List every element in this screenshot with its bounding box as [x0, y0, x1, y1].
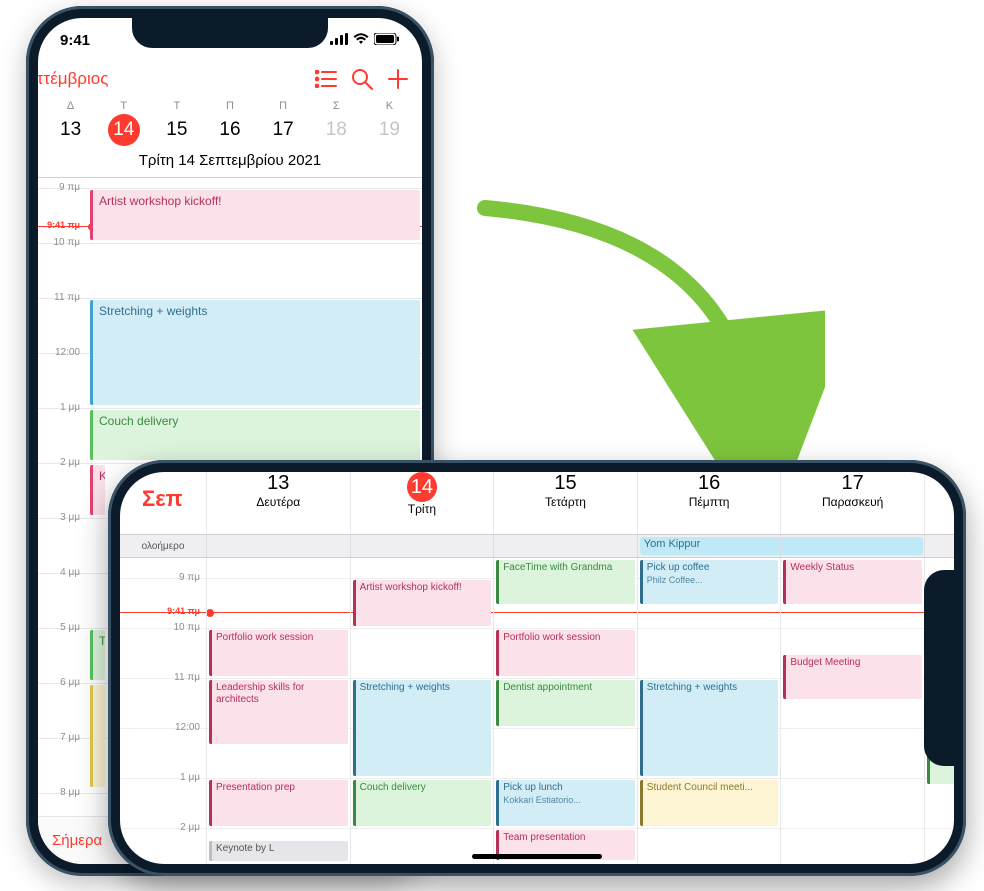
event[interactable]: Portfolio work session: [209, 630, 348, 676]
today-button[interactable]: Σήμερα: [52, 832, 102, 849]
event[interactable]: Couch delivery: [90, 410, 420, 460]
event[interactable]: Keynote by L: [209, 841, 348, 861]
day-header[interactable]: 15Τετάρτη: [493, 472, 637, 534]
event[interactable]: Student Council meeti...: [640, 780, 779, 826]
event[interactable]: Portfolio work session: [496, 630, 635, 676]
event[interactable]: Leadership skills for architects: [209, 680, 348, 744]
date-header: Τρίτη 14 Σεπτεμβρίου 2021: [38, 146, 422, 177]
back-label: Σεπτέμβριος: [38, 69, 108, 89]
notch: [132, 18, 328, 48]
event[interactable]: K: [90, 465, 105, 515]
day-header[interactable]: 16Πέμπτη: [637, 472, 781, 534]
day-header[interactable]: 17Παρασκευή: [780, 472, 924, 534]
week-header: Σεπ 13Δευτέρα 14Τρίτη 15Τετάρτη 16Πέμπτη…: [120, 472, 954, 534]
event[interactable]: Weekly Status: [783, 560, 922, 604]
month-button[interactable]: Σεπ: [120, 472, 206, 534]
day-column-thu[interactable]: Pick up coffeePhilz Coffee... Stretching…: [637, 558, 781, 864]
signal-icon: [330, 32, 348, 49]
event[interactable]: Stretching + weights: [640, 680, 779, 776]
event[interactable]: Pick up coffeePhilz Coffee...: [640, 560, 779, 604]
day-column-wed[interactable]: FaceTime with Grandma Portfolio work ses…: [493, 558, 637, 864]
phone-landscape: Σεπ 13Δευτέρα 14Τρίτη 15Τετάρτη 16Πέμπτη…: [108, 460, 966, 876]
day-header[interactable]: 14Τρίτη: [350, 472, 494, 534]
notch: [924, 570, 954, 766]
event[interactable]: Dentist appointment: [496, 680, 635, 726]
day-column-tue[interactable]: Artist workshop kickoff! Stretching + we…: [350, 558, 494, 864]
day-column-mon[interactable]: Portfolio work session Leadership skills…: [206, 558, 350, 864]
event[interactable]: Budget Meeting: [783, 655, 922, 699]
home-indicator[interactable]: [472, 854, 602, 859]
day-header[interactable]: 13Δευτέρα: [206, 472, 350, 534]
navbar: Σεπτέμβριος: [38, 58, 422, 100]
event[interactable]: Artist workshop kickoff!: [90, 190, 420, 240]
event[interactable]: Pick up lunchKokkari Estiatorio...: [496, 780, 635, 826]
screen-landscape: Σεπ 13Δευτέρα 14Τρίτη 15Τετάρτη 16Πέμπτη…: [120, 472, 954, 864]
time-gutter: 9 πμ 10 πμ 11 πμ 12:00 1 μμ 2 μμ 9:41 πμ: [120, 558, 206, 864]
event[interactable]: Couch delivery: [353, 780, 492, 826]
event[interactable]: T: [90, 630, 105, 680]
battery-icon: [374, 32, 400, 49]
back-button[interactable]: Σεπτέμβριος: [42, 61, 78, 97]
allday-row: ολοήμερο Yom Kippur: [120, 534, 954, 558]
event[interactable]: FaceTime with Grandma: [496, 560, 635, 604]
event[interactable]: Artist workshop kickoff!: [353, 580, 492, 626]
event[interactable]: Stretching + weights: [353, 680, 492, 776]
day-column-fri[interactable]: Weekly Status Budget Meeting: [780, 558, 924, 864]
event[interactable]: Presentation prep: [209, 780, 348, 826]
search-button[interactable]: [344, 61, 380, 97]
add-button[interactable]: [380, 61, 416, 97]
day-header[interactable]: Σ: [924, 472, 954, 534]
event[interactable]: [90, 685, 105, 787]
status-time: 9:41: [60, 32, 90, 49]
event[interactable]: Stretching + weights: [90, 300, 420, 405]
list-view-button[interactable]: [308, 61, 344, 97]
week-strip[interactable]: Δ13 Τ14 Τ15 Π16 Π17 Σ18 Κ19: [38, 100, 422, 146]
week-grid[interactable]: 9 πμ 10 πμ 11 πμ 12:00 1 μμ 2 μμ 9:41 πμ…: [120, 558, 954, 864]
wifi-icon: [353, 32, 369, 49]
